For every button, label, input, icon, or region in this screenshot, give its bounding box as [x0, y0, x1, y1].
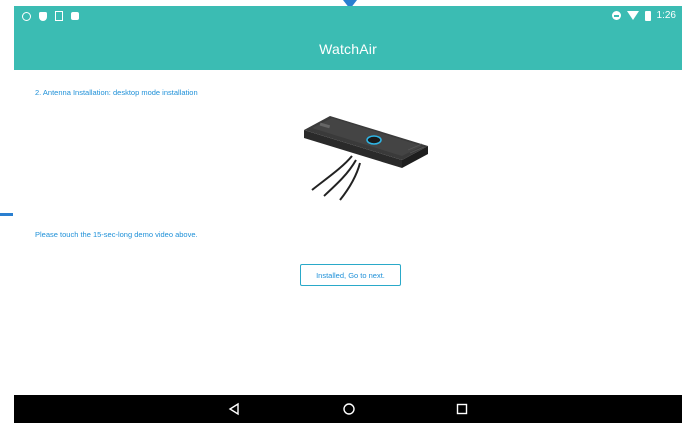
status-icons-left: [22, 11, 79, 21]
installed-next-button[interactable]: Installed, Go to next.: [300, 264, 401, 286]
device-screen: 1:26 WatchAir 2. Antenna Installation: d…: [14, 6, 682, 423]
wifi-icon: [626, 11, 639, 20]
antenna-device-image: [304, 116, 428, 201]
home-icon[interactable]: [342, 402, 356, 416]
navigation-bar: [14, 395, 682, 423]
battery-icon: [644, 10, 651, 21]
dnd-icon: [611, 11, 621, 20]
app-title: WatchAir: [319, 41, 377, 57]
sim-icon: [55, 11, 63, 21]
status-icons-right: 1:26: [611, 10, 676, 21]
square-icon: [71, 12, 79, 20]
step-title: 2. Antenna Installation: desktop mode in…: [35, 88, 198, 97]
shield-icon: [39, 11, 47, 21]
back-icon[interactable]: [227, 402, 241, 416]
notification-icon: [22, 11, 31, 21]
status-bar: 1:26: [14, 6, 682, 30]
instruction-text: Please touch the 15-sec-long demo video …: [35, 230, 198, 239]
frame-marker-left: [0, 213, 13, 216]
status-time: 1:26: [656, 10, 676, 21]
recents-icon[interactable]: [455, 402, 469, 416]
demo-video[interactable]: [282, 108, 432, 208]
app-bar: WatchAir: [14, 30, 682, 70]
